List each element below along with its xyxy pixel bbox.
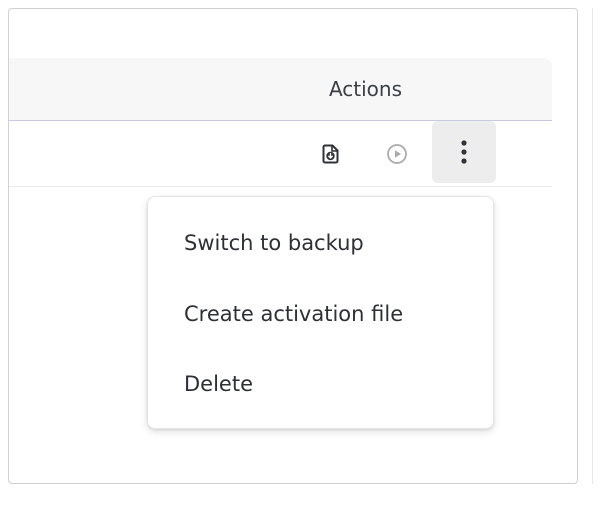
play-circle-icon[interactable] (383, 140, 411, 168)
panel-divider (592, 8, 593, 484)
menu-item-switch-to-backup[interactable]: Switch to backup (148, 211, 493, 275)
menu-item-delete[interactable]: Delete (148, 352, 493, 416)
more-actions-button[interactable] (432, 121, 496, 183)
actions-dropdown-menu: Switch to backup Create activation file … (147, 196, 494, 429)
actions-column-header: Actions (328, 77, 402, 101)
download-file-icon[interactable] (317, 140, 345, 168)
table-row (9, 121, 552, 187)
menu-item-create-activation-file[interactable]: Create activation file (148, 282, 493, 346)
more-vertical-icon (461, 140, 467, 164)
table-header: Actions (9, 58, 552, 121)
